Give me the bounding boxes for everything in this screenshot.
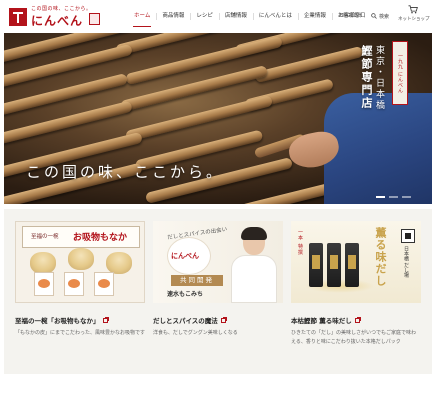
feature-cards: 至福の一椀 お吸物もなか 至福の一椀「お吸物もなか」 「もなかの皮」にまでこだわ…: [4, 209, 432, 374]
hero-dot-3[interactable]: [402, 196, 411, 198]
hero-pagination: [376, 196, 411, 198]
card-image-name: 速水もこみち: [167, 291, 204, 298]
card-image-title: 薫る味だし: [374, 227, 387, 287]
hero-badge: 一九九 にんべん: [392, 41, 408, 105]
feature-card-title[interactable]: 至福の一椀「お吸物もなか」: [15, 315, 109, 325]
search-button[interactable]: 検索: [371, 0, 389, 32]
external-link-icon: [220, 317, 227, 323]
card-image-vertical-a: 一本 特撰: [297, 229, 303, 256]
feature-card-description: 「もなかの皮」にまでこだわった、風味豊かなお吸物です: [15, 330, 146, 336]
logo-tagline: この国の味、ここから。: [31, 6, 92, 12]
hero-dot-1[interactable]: [376, 196, 385, 198]
feature-card-image: 至福の一椀 お吸物もなか: [15, 221, 145, 303]
hero-catchphrase: この国の味、ここから。: [26, 163, 225, 181]
nav-item-about[interactable]: にんべんとは: [252, 0, 298, 32]
nav-item-company[interactable]: 企業情報: [297, 0, 332, 32]
feature-card-spice[interactable]: だしとスパイスの出会い にんべん 共同開発 速水もこみち だしとスパイスの魔法 …: [153, 221, 283, 366]
external-link-icon: [354, 317, 361, 323]
external-link-icon: [102, 317, 109, 323]
online-shop-label: ネットショップ: [398, 17, 430, 22]
card-image-band: 共同開発: [171, 275, 223, 286]
language-switch[interactable]: ENGLISH: [340, 0, 362, 32]
feature-card-dashi[interactable]: 一本 特撰 薫る味だし 日本橋 だし場 本枯鰹節 薫る味だし ひきたての「だし」…: [291, 221, 421, 366]
feature-card-title-text: だしとスパイスの魔法: [153, 317, 218, 325]
card-image-logo: にんべん: [171, 252, 199, 260]
hero-slider[interactable]: 東京・日本橋 鰹節専門店 一九九 にんべん この国の味、ここから。: [4, 33, 432, 204]
feature-card-title[interactable]: 本枯鰹節 薫る味だし: [291, 315, 361, 325]
feature-card-description: 洋食も、だしでグングン美味しくなる: [153, 330, 238, 336]
logo-mark-icon: [9, 8, 27, 26]
hero-vertical-text: 東京・日本橋 鰹節専門店: [360, 45, 384, 111]
nav-item-products[interactable]: 商品情報: [156, 0, 190, 32]
feature-card-monaka[interactable]: 至福の一椀 お吸物もなか 至福の一椀「お吸物もなか」 「もなかの皮」にまでこだわ…: [15, 221, 145, 366]
hero-vertical-text-2: 鰹節専門店: [360, 45, 373, 110]
card-image-vertical-b: 日本橋 だし場: [403, 246, 409, 278]
feature-card-title-text: 本枯鰹節 薫る味だし: [291, 317, 352, 325]
logo-hanko-icon: [89, 13, 100, 25]
card-image-title: お吸物もなか: [73, 233, 128, 243]
cart-icon: [408, 5, 418, 14]
nihonbashi-emblem-icon: [401, 229, 415, 243]
chef-portrait: [231, 227, 277, 303]
nav-item-home[interactable]: ホーム: [128, 0, 156, 32]
feature-card-title[interactable]: だしとスパイスの魔法: [153, 315, 227, 325]
nav-item-recipes[interactable]: レシピ: [190, 0, 219, 32]
logo-name: にんべん: [31, 14, 84, 28]
main-nav: ホーム 商品情報 レシピ 店舗情報 にんべんとは 企業情報 お客様窓口: [128, 0, 371, 32]
search-icon: [371, 13, 377, 19]
nav-item-stores[interactable]: 店舗情報: [218, 0, 253, 32]
feature-card-description: ひきたての「だし」の美味しさがいつでもご家庭で味わえる、香りと味にこだわり抜いた…: [291, 330, 417, 345]
search-label: 検索: [379, 13, 390, 20]
feature-card-image: 一本 特撰 薫る味だし 日本橋 だし場: [291, 221, 421, 303]
hero-vertical-text-1: 東京・日本橋: [374, 45, 384, 111]
feature-card-title-text: 至福の一椀「お吸物もなか」: [15, 317, 100, 325]
card-image-subtitle: 至福の一椀: [31, 234, 59, 240]
hero-dot-2[interactable]: [389, 196, 398, 198]
online-shop-button[interactable]: ネットショップ: [398, 5, 430, 22]
site-logo[interactable]: この国の味、ここから。 にんべん: [9, 3, 100, 28]
feature-card-image: だしとスパイスの出会い にんべん 共同開発 速水もこみち: [153, 221, 283, 303]
site-header: この国の味、ここから。 にんべん ホーム 商品情報 レシピ 店舗情報 にんべんと…: [0, 0, 436, 32]
